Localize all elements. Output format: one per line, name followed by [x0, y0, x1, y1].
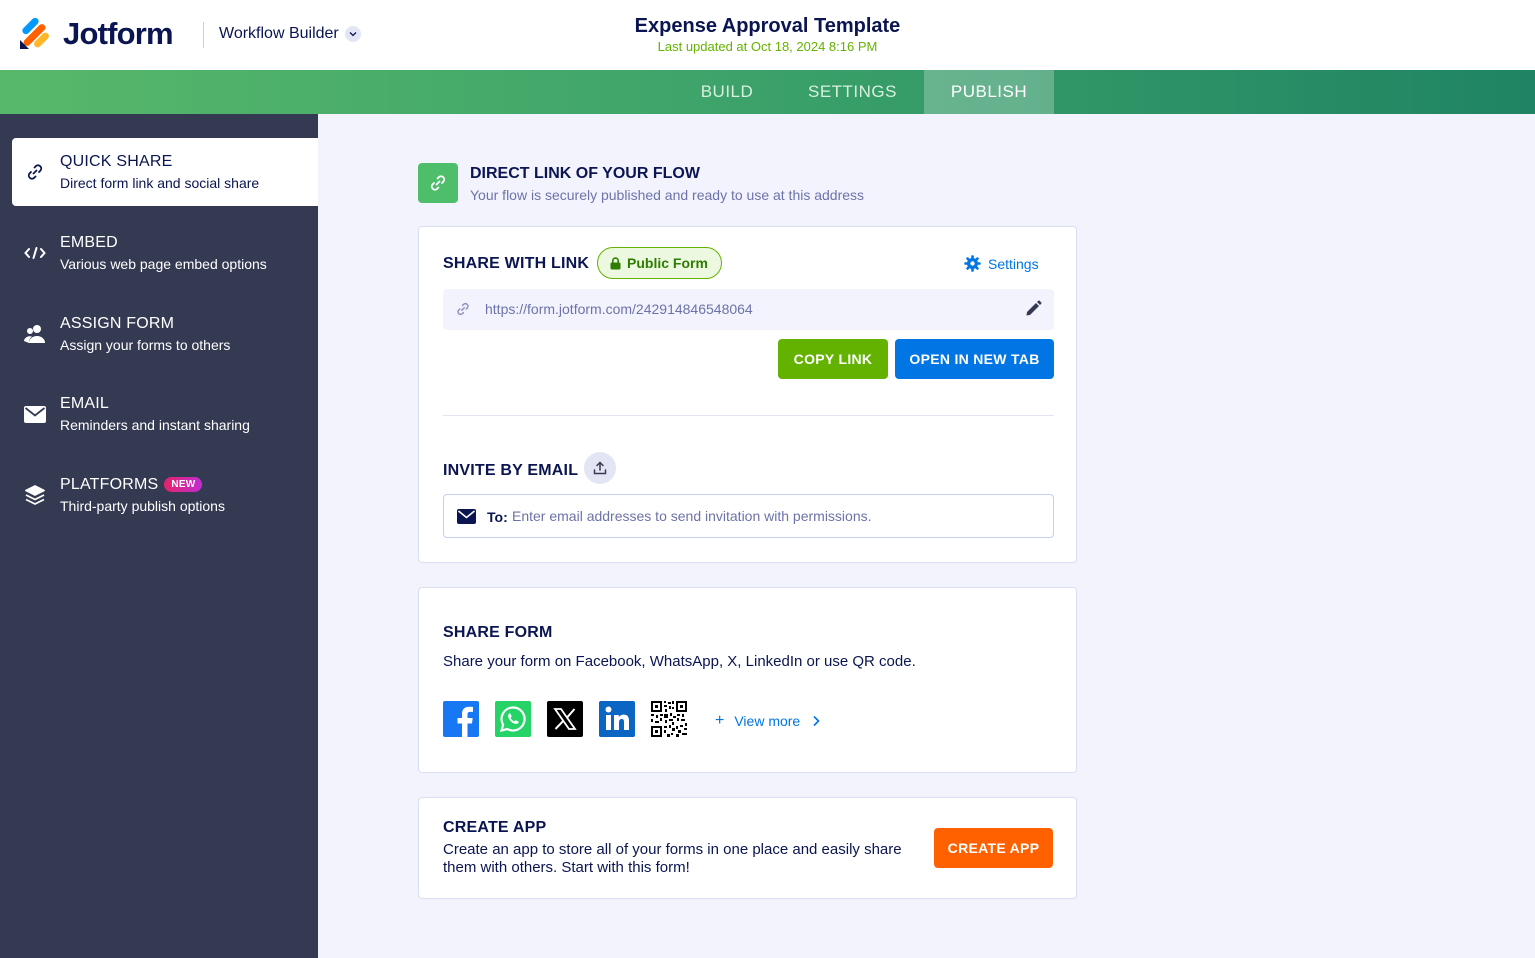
create-app-title: CREATE APP [443, 819, 547, 836]
settings-label: Settings [988, 255, 1039, 272]
create-app-description: Create an app to store all of your forms… [443, 841, 902, 876]
to-label: To: [487, 509, 508, 525]
platforms-title-text: PLATFORMS [60, 476, 159, 493]
x-icon[interactable] [547, 701, 583, 737]
last-updated-text: Last updated at Oct 18, 2024 8:16 PM [657, 39, 878, 54]
share-link-card: SHARE WITH LINK Public Form Settings htt… [418, 226, 1077, 563]
sidebar-item-title: QUICK SHARE [60, 153, 173, 170]
section-divider [443, 415, 1054, 416]
open-in-new-tab-button[interactable]: OPEN IN NEW TAB [895, 339, 1054, 379]
copy-link-button[interactable]: COPY LINK [778, 339, 888, 379]
create-app-button[interactable]: CREATE APP [934, 828, 1053, 868]
share-form-description: Share your form on Facebook, WhatsApp, X… [443, 653, 916, 670]
upload-icon [593, 461, 607, 475]
new-badge: NEW [164, 477, 203, 492]
top-header: Jotform Workflow Builder Expense Approva… [0, 0, 1535, 70]
public-form-badge[interactable]: Public Form [597, 247, 722, 279]
link-icon [418, 163, 458, 203]
sidebar-item-title: EMAIL [60, 395, 110, 412]
share-with-link-title: SHARE WITH LINK [443, 255, 590, 272]
tab-settings[interactable]: SETTINGS [781, 70, 924, 114]
public-form-label: Public Form [627, 255, 708, 271]
view-more-label: View more [734, 713, 801, 729]
sidebar-item-title: EMBED [60, 234, 118, 251]
form-url-field[interactable]: https://form.jotform.com/242914846548064 [443, 289, 1054, 330]
sidebar-item-subtitle: Assign your forms to others [60, 337, 231, 353]
main-nav: BUILD SETTINGS PUBLISH [0, 70, 1535, 114]
whatsapp-icon[interactable] [495, 701, 531, 737]
sidebar-item-email[interactable]: EMAIL Reminders and instant sharing [12, 380, 318, 448]
share-form-card: SHARE FORM Share your form on Facebook, … [418, 587, 1077, 773]
gear-icon [964, 255, 981, 272]
users-icon [23, 322, 47, 346]
sidebar-item-subtitle: Various web page embed options [60, 256, 267, 272]
invite-email-field[interactable]: To: [443, 494, 1054, 538]
sidebar-item-title: PLATFORMS NEW [60, 476, 203, 494]
envelope-icon [23, 402, 47, 426]
direct-link-subtitle: Your flow is securely published and read… [470, 187, 865, 203]
chevron-right-icon [813, 715, 820, 727]
sidebar-item-subtitle: Direct form link and social share [60, 175, 260, 191]
sidebar-item-embed[interactable]: EMBED Various web page embed options [12, 219, 318, 287]
layers-icon [23, 483, 47, 507]
sidebar-item-platforms[interactable]: PLATFORMS NEW Third-party publish options [12, 461, 318, 529]
pencil-icon[interactable] [1025, 300, 1042, 317]
tab-publish[interactable]: PUBLISH [924, 70, 1054, 114]
invite-by-email-title: INVITE BY EMAIL [443, 462, 579, 479]
facebook-icon[interactable] [443, 701, 479, 737]
create-app-card: CREATE APP Create an app to store all of… [418, 797, 1077, 899]
form-url-text: https://form.jotform.com/242914846548064 [485, 301, 753, 317]
lock-icon [610, 256, 621, 269]
direct-link-title: DIRECT LINK OF YOUR FLOW [470, 165, 700, 182]
linkedin-icon[interactable] [599, 701, 635, 737]
code-icon [23, 241, 47, 265]
email-addresses-input[interactable] [512, 505, 1032, 527]
envelope-icon [457, 509, 476, 524]
page-title: Expense Approval Template [634, 15, 901, 37]
link-icon [457, 302, 469, 316]
sidebar-item-subtitle: Third-party publish options [60, 498, 225, 514]
share-form-title: SHARE FORM [443, 624, 553, 641]
qr-code-icon[interactable] [651, 701, 687, 737]
link-settings-button[interactable]: Settings [964, 255, 1039, 272]
sidebar-item-subtitle: Reminders and instant sharing [60, 417, 250, 433]
sidebar-item-quick-share[interactable]: QUICK SHARE Direct form link and social … [12, 138, 318, 206]
title-block: Expense Approval Template Last updated a… [0, 15, 1535, 54]
plus-icon: + [715, 712, 725, 729]
sidebar-item-title: ASSIGN FORM [60, 315, 175, 332]
upload-contacts-button[interactable] [584, 452, 616, 484]
publish-sidebar: QUICK SHARE Direct form link and social … [0, 114, 318, 958]
link-icon [23, 160, 47, 184]
sidebar-item-assign-form[interactable]: ASSIGN FORM Assign your forms to others [12, 300, 318, 368]
tab-build[interactable]: BUILD [675, 70, 779, 114]
view-more-link[interactable]: + View more [715, 712, 820, 730]
